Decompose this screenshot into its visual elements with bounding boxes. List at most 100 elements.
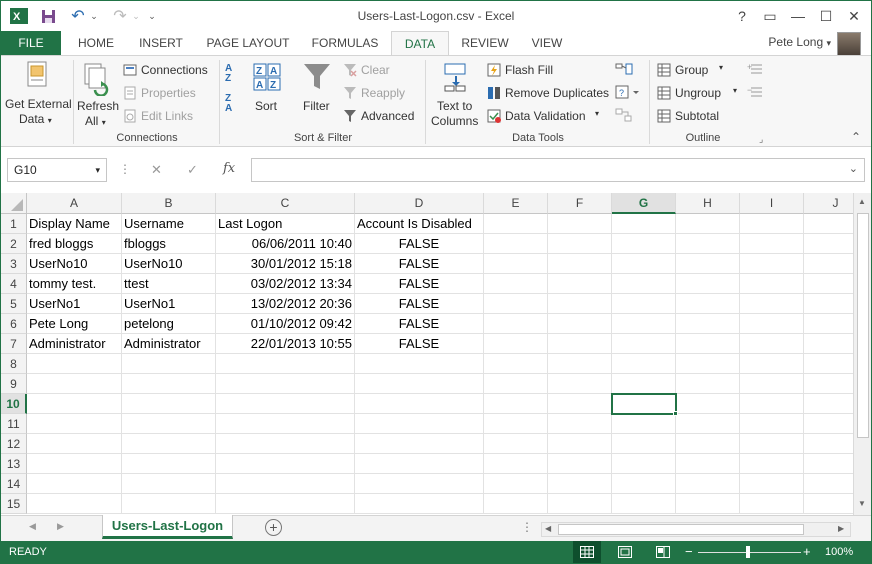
cell-c4[interactable]: 03/02/2012 13:34: [216, 274, 355, 294]
row-header-13[interactable]: 13: [1, 454, 27, 474]
cell-e15[interactable]: [484, 494, 548, 514]
cell-a10[interactable]: [27, 394, 122, 414]
tab-view[interactable]: VIEW: [523, 31, 571, 55]
cell-a2[interactable]: fred bloggs: [27, 234, 122, 254]
scroll-left-icon[interactable]: ◀: [545, 524, 551, 533]
cell-c2[interactable]: 06/06/2011 10:40: [216, 234, 355, 254]
cell-i14[interactable]: [740, 474, 804, 494]
cell-j6[interactable]: [804, 314, 853, 334]
cell-e3[interactable]: [484, 254, 548, 274]
cell-g12[interactable]: [612, 434, 676, 454]
cell-j15[interactable]: [804, 494, 853, 514]
insert-function-icon[interactable]: fx: [223, 161, 235, 176]
cell-e7[interactable]: [484, 334, 548, 354]
cell-j10[interactable]: [804, 394, 853, 414]
cell-e11[interactable]: [484, 414, 548, 434]
cell-a14[interactable]: [27, 474, 122, 494]
cell-h15[interactable]: [676, 494, 740, 514]
next-sheet-icon[interactable]: ▶: [57, 521, 64, 532]
cell-f4[interactable]: [548, 274, 612, 294]
cell-f3[interactable]: [548, 254, 612, 274]
column-header-a[interactable]: A: [27, 193, 122, 214]
edit-links-button[interactable]: Edit Links: [121, 108, 217, 126]
cell-i15[interactable]: [740, 494, 804, 514]
minimize-button[interactable]: —: [785, 5, 811, 27]
new-sheet-button[interactable]: +: [265, 519, 282, 536]
dialog-launcher-icon[interactable]: ⌟: [759, 134, 763, 145]
user-account[interactable]: Pete Long ▾: [768, 35, 831, 49]
relationships-button[interactable]: [615, 108, 635, 126]
cell-i12[interactable]: [740, 434, 804, 454]
cell-g4[interactable]: [612, 274, 676, 294]
fill-handle[interactable]: [673, 411, 678, 416]
get-external-data-button[interactable]: Get External Data ▾: [1, 58, 72, 130]
show-detail-button[interactable]: +: [747, 62, 765, 80]
select-all-corner[interactable]: [1, 193, 27, 214]
row-header-6[interactable]: 6: [1, 314, 27, 334]
cell-i2[interactable]: [740, 234, 804, 254]
connections-button[interactable]: Connections: [121, 62, 217, 80]
cell-b8[interactable]: [122, 354, 216, 374]
cell-c7[interactable]: 22/01/2013 10:55: [216, 334, 355, 354]
row-header-10[interactable]: 10: [1, 394, 27, 414]
cell-b5[interactable]: UserNo1: [122, 294, 216, 314]
cell-b11[interactable]: [122, 414, 216, 434]
cell-a11[interactable]: [27, 414, 122, 434]
clear-button[interactable]: Clear: [341, 62, 417, 80]
vertical-scrollbar[interactable]: ▲ ▼: [853, 193, 871, 515]
cell-e6[interactable]: [484, 314, 548, 334]
cell-d8[interactable]: [355, 354, 484, 374]
row-header-5[interactable]: 5: [1, 294, 27, 314]
cell-h9[interactable]: [676, 374, 740, 394]
hide-detail-button[interactable]: −: [747, 85, 765, 103]
what-if-analysis-button[interactable]: ?: [615, 85, 643, 103]
tab-data[interactable]: DATA: [391, 31, 449, 56]
cell-b2[interactable]: fbloggs: [122, 234, 216, 254]
cell-g7[interactable]: [612, 334, 676, 354]
normal-view-icon[interactable]: [573, 541, 601, 563]
cell-c3[interactable]: 30/01/2012 15:18: [216, 254, 355, 274]
name-box[interactable]: G10 ▾: [7, 158, 107, 182]
group-button[interactable]: Group ▾: [655, 62, 741, 80]
page-layout-view-icon[interactable]: [611, 541, 639, 563]
row-header-2[interactable]: 2: [1, 234, 27, 254]
tab-insert[interactable]: INSERT: [131, 31, 191, 55]
cell-f8[interactable]: [548, 354, 612, 374]
zoom-out-button[interactable]: −: [685, 544, 693, 559]
reapply-button[interactable]: Reapply: [341, 85, 417, 103]
cell-i13[interactable]: [740, 454, 804, 474]
collapse-ribbon-icon[interactable]: ⌃: [851, 130, 861, 144]
cell-b10[interactable]: [122, 394, 216, 414]
cell-a12[interactable]: [27, 434, 122, 454]
row-header-7[interactable]: 7: [1, 334, 27, 354]
cell-g14[interactable]: [612, 474, 676, 494]
cell-d14[interactable]: [355, 474, 484, 494]
cell-b6[interactable]: petelong: [122, 314, 216, 334]
cell-i1[interactable]: [740, 214, 804, 234]
cell-i3[interactable]: [740, 254, 804, 274]
cell-b4[interactable]: ttest: [122, 274, 216, 294]
advanced-button[interactable]: Advanced: [341, 108, 421, 126]
cell-a15[interactable]: [27, 494, 122, 514]
cell-f2[interactable]: [548, 234, 612, 254]
active-cell[interactable]: [611, 393, 677, 415]
cell-c9[interactable]: [216, 374, 355, 394]
tab-review[interactable]: REVIEW: [453, 31, 517, 55]
row-header-11[interactable]: 11: [1, 414, 27, 434]
tab-file[interactable]: FILE: [1, 31, 61, 55]
close-button[interactable]: ✕: [841, 5, 867, 27]
cell-d12[interactable]: [355, 434, 484, 454]
cell-h6[interactable]: [676, 314, 740, 334]
cell-d5[interactable]: FALSE: [355, 294, 484, 314]
cell-j14[interactable]: [804, 474, 853, 494]
cell-j8[interactable]: [804, 354, 853, 374]
cell-f1[interactable]: [548, 214, 612, 234]
prev-sheet-icon[interactable]: ◀: [29, 521, 36, 532]
cell-c13[interactable]: [216, 454, 355, 474]
cell-g2[interactable]: [612, 234, 676, 254]
horizontal-scroll-thumb[interactable]: [558, 524, 804, 535]
cell-b9[interactable]: [122, 374, 216, 394]
cell-g15[interactable]: [612, 494, 676, 514]
cell-h11[interactable]: [676, 414, 740, 434]
cell-i11[interactable]: [740, 414, 804, 434]
